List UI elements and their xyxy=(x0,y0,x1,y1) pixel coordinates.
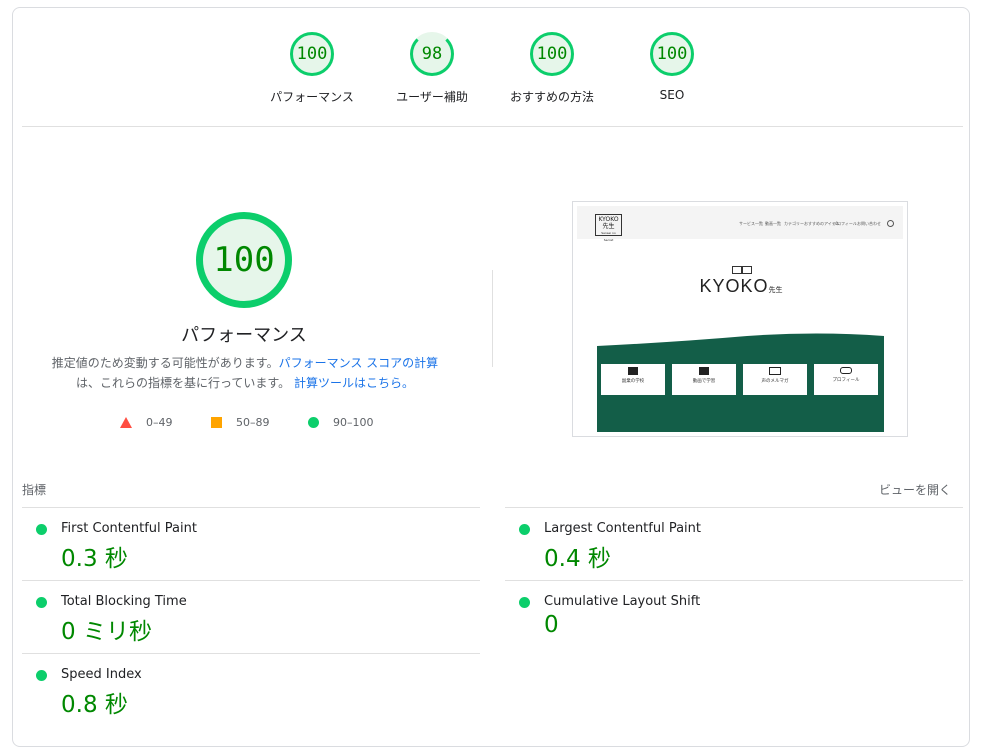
metric-cls-title: Cumulative Layout Shift xyxy=(544,594,701,609)
metric-si-title: Speed Index xyxy=(61,667,142,682)
pass-circle-icon xyxy=(519,524,530,535)
legend-fail: 0–49 xyxy=(120,414,173,430)
performance-score-gauge: 100 xyxy=(196,212,292,308)
thumb-nav-bar: KYOKO 先生 Sensei no Secret サービス一覧 動画一覧 カテ… xyxy=(577,206,903,242)
thumb-tile-label: 声のメルマガ xyxy=(761,379,789,384)
metric-cls-value: 0 xyxy=(544,612,559,638)
thumb-logo-line2: 先生 xyxy=(602,223,615,230)
gauge-best-practices-label: おすすめの方法 xyxy=(509,90,594,104)
pass-circle-icon xyxy=(308,416,319,428)
metric-fcp-value: 0.3 秒 xyxy=(61,546,128,572)
thumb-brand-sub: 先生 xyxy=(768,286,783,294)
gauge-performance[interactable]: 100 パフォーマンス xyxy=(252,32,372,105)
thumb-tile: 声のメルマガ xyxy=(743,364,807,395)
gauge-best-practices-score: 100 xyxy=(530,32,574,76)
expand-view-toggle[interactable]: ビューを開く xyxy=(879,481,951,498)
legend-fail-label: 0–49 xyxy=(146,415,173,429)
envelope-icon xyxy=(769,367,781,375)
metric-lcp-value: 0.4 秒 xyxy=(544,546,611,572)
thumb-tile-label: 動画で学習 xyxy=(692,379,716,384)
gauge-accessibility-score: 98 xyxy=(410,32,454,76)
thumb-tile: プロフィール xyxy=(814,364,878,395)
thumb-search-icon xyxy=(887,220,894,227)
thumb-tile-label: 副業の学校 xyxy=(621,379,645,384)
thumb-tile-label: プロフィール xyxy=(832,378,860,383)
glasses-icon xyxy=(730,266,752,274)
thumb-tile: 動画で学習 xyxy=(672,364,736,395)
score-calculation-link[interactable]: パフォーマンス スコアの計算 xyxy=(279,356,439,370)
vertical-divider xyxy=(492,270,493,367)
metrics-divider xyxy=(22,653,480,654)
thumb-menu-item: お問い合わせ xyxy=(857,221,881,226)
metrics-divider xyxy=(505,580,963,581)
final-screenshot[interactable]: KYOKO 先生 Sensei no Secret サービス一覧 動画一覧 カテ… xyxy=(572,201,908,437)
gauge-best-practices[interactable]: 100 おすすめの方法 xyxy=(492,32,612,105)
pass-circle-icon xyxy=(36,597,47,608)
pass-circle-icon xyxy=(36,524,47,535)
legend-average: 50–89 xyxy=(211,414,270,430)
metric-tbt-title: Total Blocking Time xyxy=(61,594,187,609)
glasses-icon xyxy=(840,367,852,374)
thumb-menu-item: サービス一覧 xyxy=(739,221,763,226)
legend-average-label: 50–89 xyxy=(236,415,270,429)
thumb-brand-text: KYOKO xyxy=(699,276,769,296)
legend-pass-label: 90–100 xyxy=(333,415,374,429)
performance-title: パフォーマンス xyxy=(181,325,307,346)
fail-triangle-icon xyxy=(120,416,132,428)
desc-prefix: 推定値のため変動する可能性があります。 xyxy=(51,356,279,370)
performance-description: 推定値のため変動する可能性があります。パフォーマンス スコアの計算 は、これらの… xyxy=(40,353,450,393)
gauge-seo-label: SEO xyxy=(659,88,685,102)
thumb-menu-item: 動画一覧 xyxy=(765,221,781,226)
legend-pass: 90–100 xyxy=(308,414,374,430)
thumb-wave xyxy=(597,333,884,356)
thumb-tile: 副業の学校 xyxy=(601,364,665,395)
thumb-logo-line3: Sensei no Secret xyxy=(601,231,616,242)
metric-fcp-title: First Contentful Paint xyxy=(61,521,197,536)
top-divider xyxy=(22,126,963,127)
thumb-menu-item: カテゴリー xyxy=(784,221,804,226)
gauge-accessibility-label: ユーザー補助 xyxy=(396,90,468,104)
clapperboard-icon xyxy=(699,367,709,375)
gauge-performance-score: 100 xyxy=(290,32,334,76)
thumb-menu-item: プロフィール xyxy=(833,221,857,226)
pass-circle-icon xyxy=(519,597,530,608)
calculator-link[interactable]: 計算ツールはこちら。 xyxy=(294,376,414,390)
metric-lcp-title: Largest Contentful Paint xyxy=(544,521,702,536)
metrics-heading: 指標 xyxy=(22,483,47,497)
metrics-divider xyxy=(505,507,963,508)
gauge-seo[interactable]: 100 SEO xyxy=(612,32,732,102)
metric-si-value: 0.8 秒 xyxy=(61,692,128,718)
desc-middle: は、これらの指標を基に行っています。 xyxy=(75,376,291,390)
thumb-logo-line1: KYOKO xyxy=(598,216,619,223)
average-square-icon xyxy=(211,416,222,428)
category-gauges: 100 パフォーマンス 98 ユーザー補助 100 おすすめの方法 100 SE… xyxy=(0,0,983,127)
thumb-brand: KYOKO先生 xyxy=(573,266,907,297)
graduation-cap-icon xyxy=(628,367,638,375)
metric-tbt-value: 0 ミリ秒 xyxy=(61,619,152,645)
gauge-performance-label: パフォーマンス xyxy=(270,90,354,104)
gauge-accessibility[interactable]: 98 ユーザー補助 xyxy=(372,32,492,105)
thumb-logo: KYOKO 先生 Sensei no Secret xyxy=(595,214,622,242)
metrics-divider xyxy=(22,580,480,581)
gauge-seo-score: 100 xyxy=(650,32,694,76)
metrics-divider xyxy=(22,507,480,508)
pass-circle-icon xyxy=(36,670,47,681)
